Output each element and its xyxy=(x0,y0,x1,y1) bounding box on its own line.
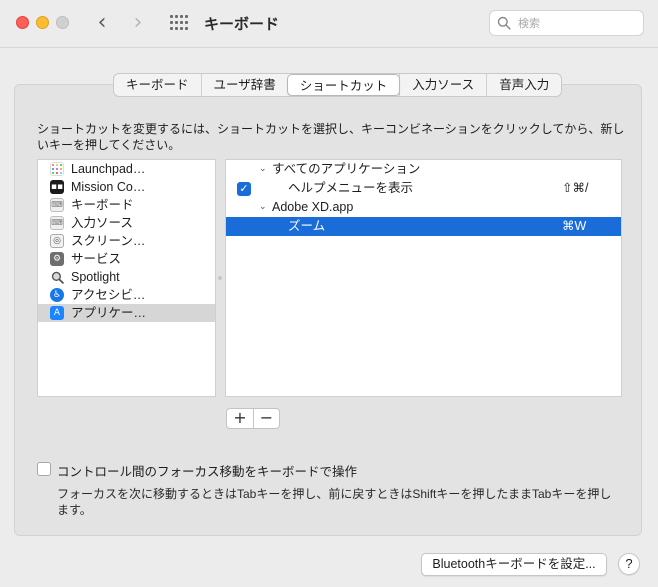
shortcut-row-help-menu[interactable]: ✓ ヘルプメニューを表示 ⇧⌘/ xyxy=(226,179,621,198)
show-all-grid-icon[interactable] xyxy=(170,15,188,31)
app-store-icon: A xyxy=(50,306,64,320)
title-bar: ‹ › キーボード xyxy=(0,0,658,48)
split-view-handle[interactable] xyxy=(218,276,222,280)
category-label: Mission Co… xyxy=(71,180,146,194)
shortcut-list: ⌄ すべてのアプリケーション ✓ ヘルプメニューを表示 ⇧⌘/ ⌄ Adobe … xyxy=(225,159,622,397)
tab-keyboard[interactable]: キーボード xyxy=(114,74,201,96)
category-label: キーボード xyxy=(71,198,134,212)
category-label: サービス xyxy=(71,252,122,266)
category-item-keyboard[interactable]: ⌨ キーボード xyxy=(38,196,215,214)
remove-shortcut-button[interactable]: − xyxy=(253,409,279,428)
accessibility-icon: ♿ xyxy=(50,288,64,302)
category-label: アプリケー… xyxy=(71,306,147,320)
shortcut-label: ズーム xyxy=(288,219,326,233)
category-item-screenshots[interactable]: ◎ スクリーン… xyxy=(38,232,215,250)
shortcut-label: ヘルプメニューを表示 xyxy=(288,181,414,195)
disclosure-chevron-icon[interactable]: ⌄ xyxy=(259,198,269,217)
input-source-icon: ⌨ xyxy=(50,216,64,230)
shortcut-keys[interactable]: ⇧⌘/ xyxy=(562,179,588,198)
category-label: 入力ソース xyxy=(71,216,133,230)
group-label: すべてのアプリケーション xyxy=(272,162,421,176)
shortcut-row-zoom[interactable]: ズーム ⌘W xyxy=(226,217,621,236)
shortcut-group-adobe-xd[interactable]: ⌄ Adobe XD.app xyxy=(226,198,621,217)
shortcut-keys[interactable]: ⌘W xyxy=(562,217,586,236)
back-chevron-icon[interactable]: ‹ xyxy=(90,10,114,36)
category-item-app-shortcuts[interactable]: A アプリケー… xyxy=(38,304,215,322)
screenshot-icon: ◎ xyxy=(50,234,64,248)
launchpad-icon xyxy=(50,162,64,176)
category-item-input-sources[interactable]: ⌨ 入力ソース xyxy=(38,214,215,232)
enabled-checkbox[interactable]: ✓ xyxy=(237,182,251,196)
zoom-window-button[interactable] xyxy=(56,16,69,29)
setup-bluetooth-keyboard-button[interactable]: Bluetoothキーボードを設定... xyxy=(421,553,607,576)
services-gear-icon: ⚙ xyxy=(50,252,64,266)
category-item-accessibility[interactable]: ♿ アクセシビ… xyxy=(38,286,215,304)
keyboard-navigation-checkbox[interactable] xyxy=(37,462,51,476)
disclosure-chevron-icon[interactable]: ⌄ xyxy=(259,160,269,179)
help-button[interactable]: ? xyxy=(618,553,640,575)
category-label: スクリーン… xyxy=(71,234,146,248)
instructions-text: ショートカットを変更するには、ショートカットを選択し、キーコンビネーションをクリ… xyxy=(37,122,625,152)
mission-control-icon: ▪▪ xyxy=(50,180,64,194)
category-item-services[interactable]: ⚙ サービス xyxy=(38,250,215,268)
keyboard-navigation-hint: フォーカスを次に移動するときはTabキーを押し、前に戻すときはShiftキーを押… xyxy=(57,487,612,517)
tab-bar: キーボード ユーザ辞書 ショートカット 入力ソース 音声入力 xyxy=(113,73,563,97)
category-label: アクセシビ… xyxy=(71,288,146,302)
keyboard-navigation-label[interactable]: コントロール間のフォーカス移動をキーボードで操作 xyxy=(57,461,357,480)
category-item-launchpad[interactable]: Launchpad… xyxy=(38,160,215,178)
forward-chevron-icon[interactable]: › xyxy=(126,10,150,36)
category-item-mission-control[interactable]: ▪▪ Mission Co… xyxy=(38,178,215,196)
add-remove-control: + − xyxy=(226,408,280,429)
search-field[interactable] xyxy=(489,10,644,36)
group-label: Adobe XD.app xyxy=(272,200,354,214)
tab-dictation[interactable]: 音声入力 xyxy=(486,74,561,96)
tab-shortcuts[interactable]: ショートカット xyxy=(286,74,401,96)
close-window-button[interactable] xyxy=(16,16,29,29)
shortcut-category-list: Launchpad… ▪▪ Mission Co… ⌨ キーボード ⌨ 入力ソー… xyxy=(37,159,216,397)
spotlight-icon xyxy=(50,270,64,284)
window-title: キーボード xyxy=(204,16,280,33)
shortcut-group-all-apps[interactable]: ⌄ すべてのアプリケーション xyxy=(226,160,621,179)
tab-user-dictionary[interactable]: ユーザ辞書 xyxy=(200,74,288,96)
tab-input-sources[interactable]: 入力ソース xyxy=(399,74,486,96)
search-icon xyxy=(497,16,511,30)
category-label: Spotlight xyxy=(71,270,120,284)
keyboard-icon: ⌨ xyxy=(50,198,64,212)
add-shortcut-button[interactable]: + xyxy=(227,409,253,428)
category-label: Launchpad… xyxy=(71,162,146,176)
search-input[interactable] xyxy=(518,15,638,33)
minimize-window-button[interactable] xyxy=(36,16,49,29)
category-item-spotlight[interactable]: Spotlight xyxy=(38,268,215,286)
